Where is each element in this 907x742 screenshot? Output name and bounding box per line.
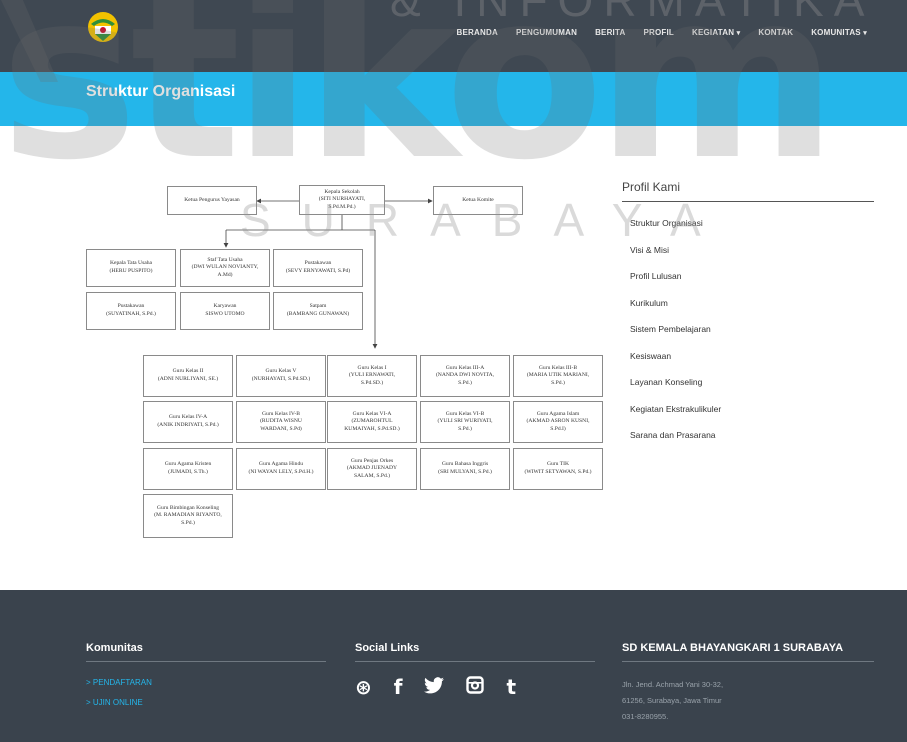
top-navbar: BERANDA PENGUMUMAN BERITA PROFIL KEGIATA…	[0, 0, 907, 72]
org-box-staff: Karyawan SISWO UTOMO	[180, 292, 270, 330]
org-box-teacher: Guru Agama Kristen (JUMADI, S.Th.)	[143, 448, 233, 490]
footer-school-info: SD KEMALA BHAYANGKARI 1 SURABAYA Jln. Je…	[622, 642, 874, 725]
org-box-teacher: Guru Agama Islam (AKMAD ASRON KUSNI, S.P…	[513, 401, 603, 443]
sidebar-item-sarana-prasarana[interactable]: Sarana dan Prasarana	[622, 428, 874, 455]
org-box-ketua-yayasan: Ketua Pengurus Yayasan	[167, 186, 257, 215]
sidebar-item-kurikulum[interactable]: Kurikulum	[622, 296, 874, 323]
nav-kontak[interactable]: KONTAK	[758, 28, 793, 37]
chevron-down-icon: ▾	[863, 30, 867, 37]
school-address: Jln. Jend. Achmad Yani 30-32, 61256, Sur…	[622, 680, 724, 721]
chevron-down-icon: ▾	[736, 30, 741, 37]
org-chart: Ketua Pengurus Yayasan Kepala Sekolah (S…	[0, 126, 603, 566]
sidebar-item-sistem-pembelajaran[interactable]: Sistem Pembelajaran	[622, 322, 874, 349]
nav-komunitas[interactable]: KOMUNITAS ▾	[811, 28, 867, 37]
sidebar-item-layanan-konseling[interactable]: Layanan Konseling	[622, 375, 874, 402]
page-title: Struktur Organisasi	[86, 83, 236, 100]
nav-kegiatan[interactable]: KEGIATAN ▾	[692, 28, 740, 37]
org-box-staff: Pustakawan (SEVY ERNYAWATI, S.Pd)	[273, 249, 363, 287]
sidebar-item-struktur-organisasi[interactable]: Struktur Organisasi	[622, 216, 874, 243]
footer-heading: SD KEMALA BHAYANGKARI 1 SURABAYA	[622, 642, 874, 662]
sidebar-item-visi-misi[interactable]: Visi & Misi	[622, 243, 874, 270]
org-box-teacher: Guru Penjas Orkes (AKMAD JUENADY SALAM, …	[327, 448, 417, 490]
org-box-teacher: Guru Kelas VI-B (YULI SRI WURIYATI, S.Pd…	[420, 401, 510, 443]
org-box-staff: Satpam (BAMBANG GUNAWAN)	[273, 292, 363, 330]
org-box-teacher: Guru Bimbingan Konseling (M. RAMADIAN RI…	[143, 494, 233, 538]
nav-profil[interactable]: PROFIL	[643, 28, 674, 37]
org-box-kepala-sekolah: Kepala Sekolah (SITI NURHAYATI, S.Pd.M.P…	[299, 185, 385, 215]
nav-pengumuman[interactable]: PENGUMUMAN	[516, 28, 577, 37]
footer-social-links: Social Links ⊛ f t	[355, 642, 595, 697]
org-box-teacher: Guru Kelas IV-B (RUDITA WISNU WARDANI, S…	[236, 401, 326, 443]
org-box-staff: Pustakawan (SUYATINAH, S.Pd.)	[86, 292, 176, 330]
sidebar-item-kegiatan-ekstrakulikuler[interactable]: Kegiatan Ekstrakulikuler	[622, 402, 874, 429]
footer-heading: Social Links	[355, 642, 595, 662]
sidebar-item-kesiswaan[interactable]: Kesiswaan	[622, 349, 874, 376]
sidebar-item-profil-lulusan[interactable]: Profil Lulusan	[622, 269, 874, 296]
org-box-teacher: Guru Kelas II (ADNI NURLIYANI, SE.)	[143, 355, 233, 397]
site-footer: Komunitas > PENDAFTARAN > UJIN ONLINE So…	[0, 590, 907, 742]
org-box-teacher: Guru Agama Hindu (NI WAYAN LELY, S.Pd.H.…	[236, 448, 326, 490]
instagram-icon[interactable]	[466, 676, 485, 697]
org-box-teacher: Guru Kelas III-A (NANDA DWI NOVITA, S.Pd…	[420, 355, 510, 397]
org-box-teacher: Guru TIK (WIWIT SETYAWAN, S.Pd.)	[513, 448, 603, 490]
profile-sidebar: Profil Kami Struktur Organisasi Visi & M…	[622, 180, 874, 455]
sidebar-title: Profil Kami	[622, 180, 874, 202]
org-box-teacher: Guru Kelas V (NURHAYATI, S.Pd.SD.)	[236, 355, 326, 397]
facebook-icon[interactable]: f	[394, 677, 403, 697]
dribbble-icon[interactable]: ⊛	[355, 677, 372, 697]
footer-link-pendaftaran[interactable]: > PENDAFTARAN	[86, 674, 326, 692]
org-box-teacher: Guru Kelas IV-A (ANIK INDRIYATI, S.Pd.)	[143, 401, 233, 443]
tumblr-icon[interactable]: t	[506, 677, 516, 697]
page-title-bar: Struktur Organisasi	[0, 72, 907, 126]
sidebar-menu: Struktur Organisasi Visi & Misi Profil L…	[622, 216, 874, 455]
main-nav: BERANDA PENGUMUMAN BERITA PROFIL KEGIATA…	[439, 28, 867, 37]
school-logo[interactable]	[86, 10, 120, 44]
org-box-ketua-komite: Ketua Komite	[433, 186, 523, 215]
twitter-icon[interactable]	[424, 676, 445, 697]
org-box-teacher: Guru Bahasa Inggris (SRI MULYANI, S.Pd.)	[420, 448, 510, 490]
org-box-teacher: Guru Kelas III-B (MARIA UTIK MARIANI, S.…	[513, 355, 603, 397]
nav-beranda[interactable]: BERANDA	[457, 28, 498, 37]
nav-berita[interactable]: BERITA	[595, 28, 625, 37]
footer-heading: Komunitas	[86, 642, 326, 662]
org-box-staff: Staf Tata Usaha (DWI WULAN NOVIANTY, A.M…	[180, 249, 270, 287]
footer-link-ujin-online[interactable]: > UJIN ONLINE	[86, 694, 326, 712]
footer-komunitas: Komunitas > PENDAFTARAN > UJIN ONLINE	[86, 642, 326, 712]
org-box-teacher: Guru Kelas I (YULI ERNAWATI, S.Pd.SD.)	[327, 355, 417, 397]
org-box-teacher: Guru Kelas VI-A (ZUMAROHTUL KUMAIYAH, S.…	[327, 401, 417, 443]
org-box-staff: Kepala Tata Usaha (HERU PUSPITO)	[86, 249, 176, 287]
